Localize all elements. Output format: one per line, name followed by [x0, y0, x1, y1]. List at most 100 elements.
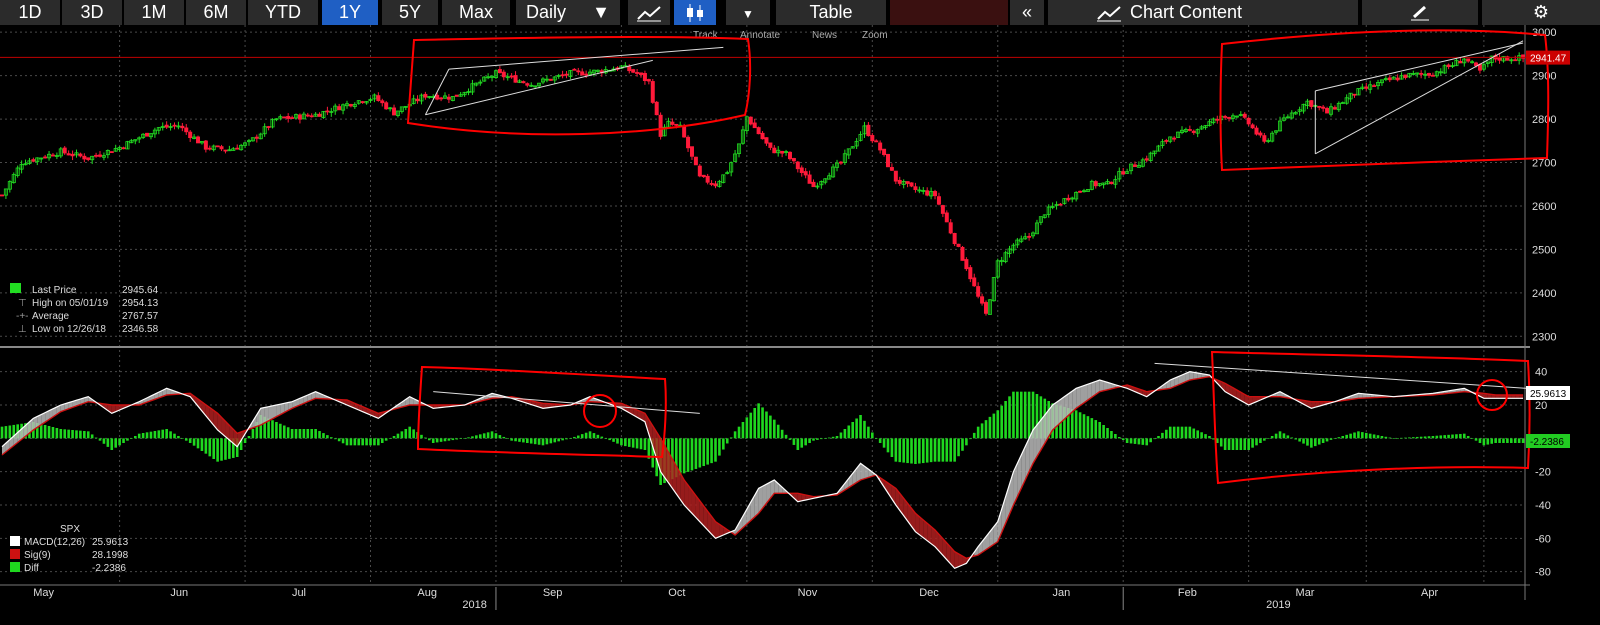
diff-bar [1325, 438, 1329, 442]
candle-body [646, 79, 651, 82]
candle-body [297, 114, 302, 120]
diff-bar [275, 422, 278, 439]
zoom-menu-item[interactable]: Zoom [862, 30, 888, 41]
diff-bar [1094, 420, 1098, 439]
diff-bar [408, 426, 412, 439]
candle-body [435, 94, 440, 100]
diff-bar [871, 432, 874, 439]
diff-bar [396, 433, 400, 439]
diff-bar [224, 438, 227, 460]
candle-body [639, 72, 644, 75]
diff-bar [102, 438, 106, 444]
candle-body [282, 116, 287, 119]
price-tick-label: 2600 [1532, 201, 1556, 213]
line-chart-icon[interactable] [628, 0, 670, 25]
frequency-dropdown[interactable]: Daily ▼ [516, 0, 620, 25]
candle-body [1191, 130, 1196, 133]
diff-bar [251, 429, 255, 439]
diff-bar [1455, 434, 1458, 439]
frequency-label: Daily [526, 2, 567, 22]
settings-gear-icon[interactable]: ⚙ [1482, 0, 1600, 25]
diff-bar [1412, 437, 1415, 439]
diff-bar [1129, 438, 1133, 444]
candle-body [650, 81, 655, 103]
diff-bar [733, 431, 737, 439]
diff-bar [1498, 438, 1501, 443]
candle-body [266, 126, 271, 128]
candle-body [972, 277, 977, 287]
candlestick-icon[interactable] [674, 0, 716, 25]
candle-body [548, 78, 553, 81]
diff-bar [972, 432, 976, 439]
candle-body [756, 127, 761, 135]
diff-bar [71, 430, 74, 439]
candle-body [686, 136, 691, 149]
diff-bar [1223, 438, 1227, 450]
diff-bar [1027, 391, 1031, 439]
legend-signal-value: 28.1998 [92, 550, 129, 561]
period-button-ytd[interactable]: YTD [248, 0, 318, 25]
diff-bar [145, 432, 149, 439]
diff-bar [1431, 436, 1435, 439]
diff-bar [1364, 432, 1368, 439]
diff-bar [404, 429, 408, 439]
diff-bar [1243, 438, 1247, 450]
candle-body [760, 132, 765, 140]
diff-bar [1314, 438, 1317, 447]
diff-bar [1247, 438, 1250, 450]
diff-bar [177, 436, 180, 439]
diff-bar [522, 438, 525, 443]
candle-body [309, 115, 314, 118]
price-tag-text: 2941.47 [1530, 54, 1567, 65]
diff-bar [784, 434, 788, 439]
period-button-max[interactable]: Max [442, 0, 510, 25]
period-button-3d[interactable]: 3D [62, 0, 122, 25]
candle-body [521, 81, 526, 84]
diff-bar [925, 438, 929, 463]
chart-options-dropdown[interactable]: ▼ [726, 0, 770, 25]
toolbar: 1D 3D 1M 6M YTD 1Y 5Y Max Daily ▼ ▼ Tabl… [0, 0, 1600, 25]
candle-body [188, 131, 193, 139]
diff-bar [729, 437, 733, 439]
diff-bar [51, 427, 55, 439]
diff-bar [612, 438, 615, 442]
candle-body [392, 107, 397, 116]
candle-body [944, 212, 949, 223]
candle-body [509, 75, 514, 78]
table-button[interactable]: Table [776, 0, 886, 25]
diff-bar [1372, 434, 1376, 439]
track-menu-item[interactable]: Track [693, 30, 719, 41]
diff-bar [1494, 438, 1497, 443]
period-button-1d[interactable]: 1D [0, 0, 60, 25]
diff-bar [322, 433, 325, 439]
news-menu-item[interactable]: News [812, 30, 837, 41]
candle-body [348, 103, 353, 107]
diff-bar [694, 438, 698, 469]
diff-bar [996, 410, 1000, 439]
edit-icon[interactable] [1362, 0, 1478, 25]
macd-signal-fill [1052, 402, 1057, 430]
candle-body [980, 296, 985, 304]
diff-bar [1012, 391, 1015, 439]
diff-bar [1470, 438, 1474, 439]
period-button-5y[interactable]: 5Y [382, 0, 438, 25]
diff-bar [126, 438, 129, 441]
diff-bar [851, 422, 855, 439]
collapse-chevrons-icon[interactable]: « [1010, 0, 1044, 25]
candle-body [1164, 140, 1169, 142]
diff-bar [1392, 438, 1396, 439]
diff-bar [498, 435, 502, 439]
period-button-1y[interactable]: 1Y [322, 0, 378, 25]
diff-bar [463, 438, 466, 439]
period-button-6m[interactable]: 6M [186, 0, 246, 25]
caret-down-icon: ▼ [592, 2, 610, 22]
diff-bar [526, 438, 529, 443]
low-marker-icon: ⊥ [18, 324, 27, 335]
diff-bar [192, 438, 196, 446]
period-button-1m[interactable]: 1M [124, 0, 184, 25]
chart-content-button[interactable]: Chart Content [1048, 0, 1358, 25]
diff-bar [1353, 432, 1356, 439]
candle-body [82, 155, 87, 160]
diff-bar [702, 438, 706, 467]
candle-body [748, 116, 753, 125]
